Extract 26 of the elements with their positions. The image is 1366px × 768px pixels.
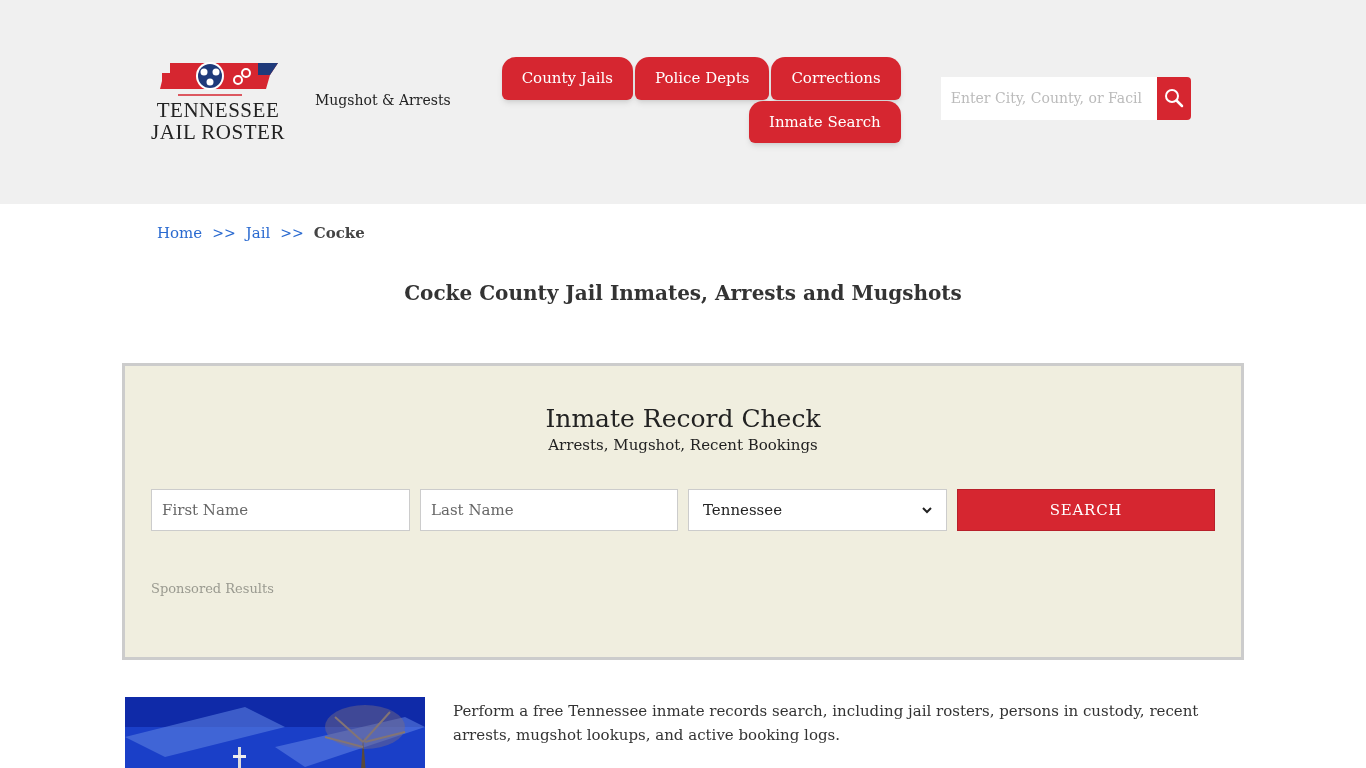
first-name-field[interactable]: First Name bbox=[151, 489, 410, 531]
nav-tab[interactable]: County Jails bbox=[501, 57, 633, 100]
last-name-field[interactable]: Last Name bbox=[420, 489, 678, 531]
breadcrumb-separator: >> bbox=[212, 223, 236, 243]
breadcrumb-separator: >> bbox=[280, 223, 304, 243]
nav-tab[interactable]: Corrections bbox=[771, 57, 901, 100]
search-button[interactable]: SEARCH bbox=[957, 489, 1215, 531]
logo-text: JAIL ROSTER bbox=[151, 121, 285, 143]
breadcrumb-link[interactable]: Jail bbox=[245, 222, 271, 245]
intro-paragraph: Perform a free Tennessee inmate records search, including jail rosters, persons in custody, recent arrests, mugshot lookups, and active booking logs. bbox=[453, 700, 1200, 746]
logo-text: TENNESSEE bbox=[156, 99, 280, 121]
nav-tab[interactable]: Police Depts bbox=[635, 57, 770, 100]
panel-title: Inmate Record Check bbox=[544, 403, 822, 434]
search-icon bbox=[1163, 88, 1184, 108]
tagline: Mugshot & Arrests bbox=[315, 90, 451, 110]
breadcrumb-link[interactable]: Home bbox=[157, 222, 203, 245]
state-select[interactable]: Tennessee bbox=[688, 489, 947, 531]
tennessee-map-logo-icon bbox=[158, 61, 278, 99]
nav-tab[interactable]: Inmate Search bbox=[748, 100, 901, 143]
chevron-down-icon bbox=[922, 506, 932, 514]
page-title: Cocke County Jail Inmates, Arrests and Mugshots bbox=[403, 279, 963, 307]
breadcrumb-current: Cocke bbox=[313, 223, 365, 244]
panel-subtitle: Arrests, Mugshot, Recent Bookings bbox=[547, 434, 819, 456]
search-field[interactable]: Enter City, County, or Facil bbox=[940, 76, 1157, 120]
sponsored-label: Sponsored Results bbox=[151, 580, 275, 598]
search-button[interactable] bbox=[1156, 76, 1191, 120]
